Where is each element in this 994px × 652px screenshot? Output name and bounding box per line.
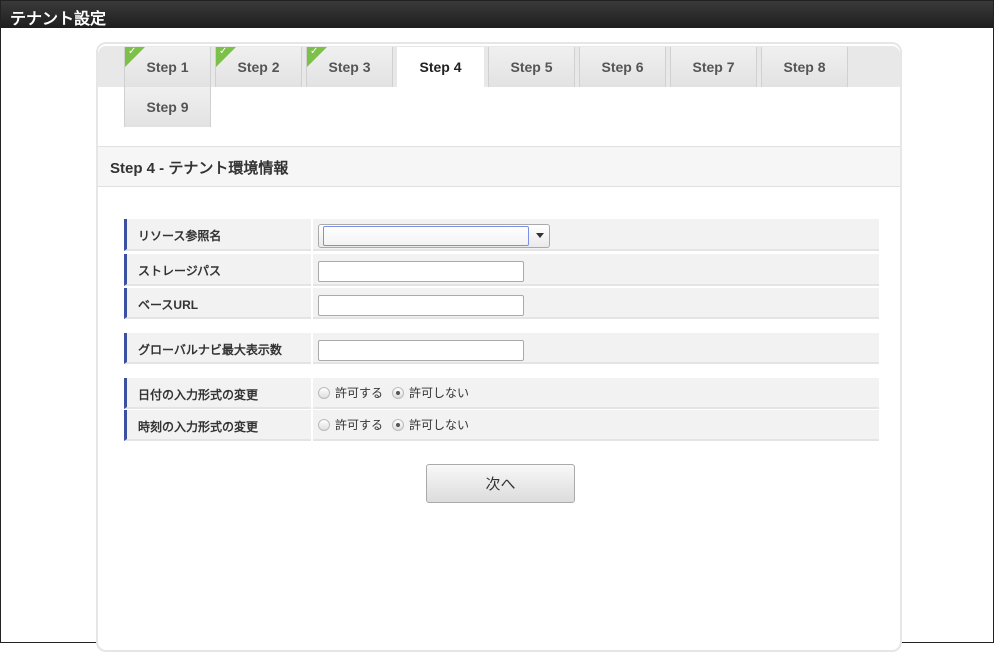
form-row-time-format: 時刻の入力形式の変更 許可する 許可しない	[124, 410, 879, 441]
storage-path-input[interactable]	[318, 261, 524, 282]
field-label: 日付の入力形式の変更	[124, 378, 311, 409]
radio-label: 許可しない	[409, 386, 470, 400]
field-label: グローバルナビ最大表示数	[124, 333, 311, 364]
form-row-date-format: 日付の入力形式の変更 許可する 許可しない	[124, 378, 879, 409]
check-icon: ✓	[307, 47, 327, 67]
check-icon: ✓	[125, 47, 145, 67]
tab-step-2[interactable]: ✓ Step 2	[215, 47, 302, 87]
wizard-panel: ✓ Step 1 ✓ Step 2 ✓ Step 3 Step 4 Step 5 St…	[96, 42, 902, 652]
form-row-global-nav-max: グローバルナビ最大表示数	[124, 333, 879, 364]
field-label: 時刻の入力形式の変更	[124, 410, 311, 441]
date-deny-radio[interactable]	[392, 386, 405, 399]
form-row-storage-path: ストレージパス	[124, 254, 879, 286]
time-allow-radio[interactable]	[318, 418, 330, 431]
check-icon: ✓	[216, 47, 236, 67]
date-allow-radio[interactable]	[318, 386, 330, 399]
radio-label: 許可する	[335, 418, 384, 432]
chevron-down-icon	[536, 233, 544, 238]
tab-step-1[interactable]: ✓ Step 1	[124, 47, 211, 87]
field-label: ストレージパス	[124, 254, 311, 286]
time-deny-radio[interactable]	[392, 418, 405, 431]
tab-step-7[interactable]: Step 7	[670, 47, 757, 87]
section-title: Step 4 - テナント環境情報	[98, 146, 900, 187]
radio-label: 許可する	[335, 386, 384, 400]
radio-label: 許可しない	[409, 418, 470, 432]
field-label: リソース参照名	[124, 219, 311, 251]
tab-step-3[interactable]: ✓ Step 3	[306, 47, 393, 87]
form-row-base-url: ベースURL	[124, 288, 879, 319]
base-url-input[interactable]	[318, 295, 524, 316]
resource-ref-select[interactable]	[318, 224, 550, 248]
form-row-resource-ref: リソース参照名	[124, 219, 879, 251]
global-nav-max-input[interactable]	[318, 340, 524, 361]
tab-step-8[interactable]: Step 8	[761, 47, 848, 87]
tab-step-6[interactable]: Step 6	[579, 47, 666, 87]
window-title: テナント設定	[1, 1, 993, 28]
tab-step-4[interactable]: Step 4	[397, 47, 484, 87]
tab-step-9[interactable]: Step 9	[124, 87, 211, 127]
tab-step-5[interactable]: Step 5	[488, 47, 575, 87]
field-label: ベースURL	[124, 288, 311, 319]
next-button[interactable]: 次へ	[426, 464, 575, 503]
